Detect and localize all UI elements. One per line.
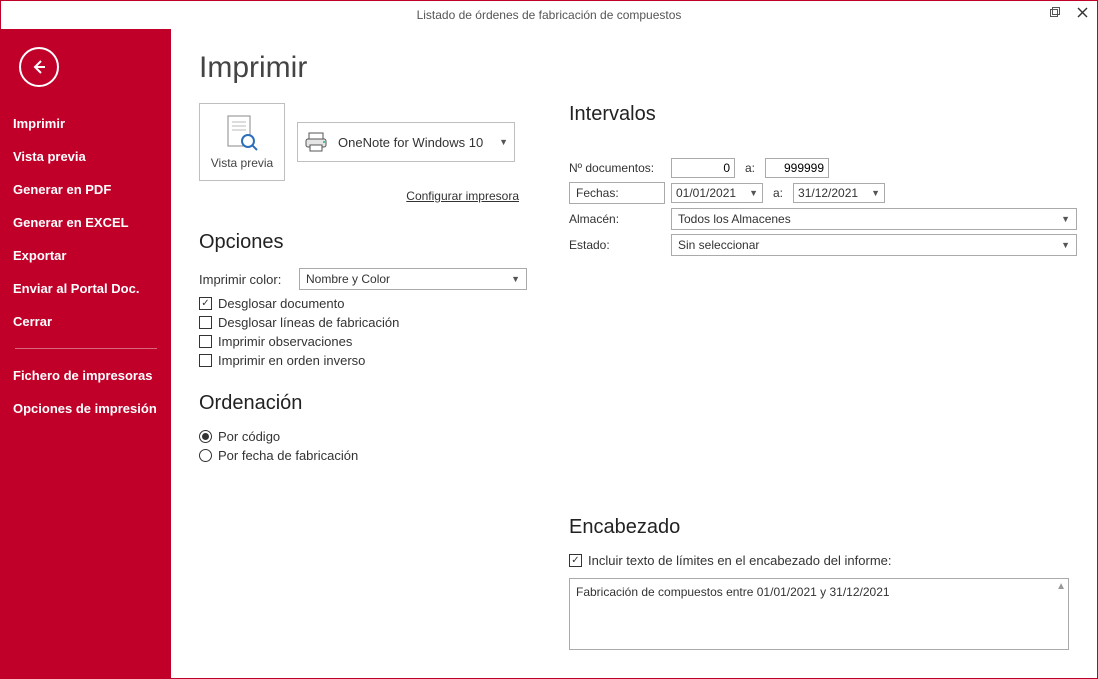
document-magnifier-icon: [225, 114, 259, 152]
radio-por-codigo[interactable]: [199, 430, 212, 443]
sidebar-item-pdf[interactable]: Generar en PDF: [1, 173, 171, 206]
color-value: Nombre y Color: [306, 272, 390, 286]
encabezado-textarea[interactable]: Fabricación de compuestos entre 01/01/20…: [569, 578, 1069, 650]
a-sep-1: a:: [741, 161, 759, 175]
ordenacion-heading: Ordenación: [199, 392, 539, 415]
sidebar-item-vista-previa[interactable]: Vista previa: [1, 140, 171, 173]
sidebar-item-opciones-impresion[interactable]: Opciones de impresión: [1, 392, 171, 425]
check-desglosar-lineas[interactable]: [199, 316, 212, 329]
fecha-to-value: 31/12/2021: [798, 186, 858, 200]
sidebar-item-imprimir[interactable]: Imprimir: [1, 107, 171, 140]
color-combo[interactable]: Nombre y Color ▼: [299, 268, 527, 290]
chevron-down-icon: ▼: [511, 274, 520, 284]
a-sep-2: a:: [769, 186, 787, 200]
vista-previa-tile[interactable]: Vista previa: [199, 103, 285, 181]
scroll-up-icon[interactable]: ▲: [1056, 581, 1066, 592]
check-desglosar-lineas-label: Desglosar líneas de fabricación: [218, 315, 399, 330]
sidebar-item-cerrar[interactable]: Cerrar: [1, 305, 171, 338]
window-close-icon[interactable]: [1073, 3, 1091, 21]
titlebar: Listado de órdenes de fabricación de com…: [1, 1, 1097, 29]
arrow-left-icon: [30, 58, 48, 76]
fecha-to-input[interactable]: 31/12/2021 ▼: [793, 183, 885, 203]
chevron-down-icon: ▼: [749, 188, 758, 198]
vista-previa-label: Vista previa: [211, 156, 273, 170]
fecha-from-value: 01/01/2021: [676, 186, 736, 200]
printer-name: OneNote for Windows 10: [338, 135, 483, 150]
intervalos-heading: Intervalos: [569, 103, 1077, 126]
check-orden-inverso[interactable]: [199, 354, 212, 367]
ndoc-from-input[interactable]: [671, 158, 735, 178]
radio-por-codigo-label: Por código: [218, 429, 280, 444]
color-label: Imprimir color:: [199, 272, 289, 287]
printer-icon: [304, 131, 330, 153]
almacen-value: Todos los Almacenes: [678, 212, 791, 226]
check-incluir-limites[interactable]: [569, 554, 582, 567]
check-imprimir-obs-label: Imprimir observaciones: [218, 334, 352, 349]
check-incluir-limites-label: Incluir texto de límites en el encabezad…: [588, 553, 892, 568]
check-orden-inverso-label: Imprimir en orden inverso: [218, 353, 365, 368]
almacen-label: Almacén:: [569, 212, 665, 226]
sidebar: Imprimir Vista previa Generar en PDF Gen…: [1, 29, 171, 678]
sidebar-item-excel[interactable]: Generar en EXCEL: [1, 206, 171, 239]
radio-por-fecha[interactable]: [199, 449, 212, 462]
ndoc-to-input[interactable]: [765, 158, 829, 178]
page-title: Imprimir: [199, 51, 1077, 85]
estado-combo[interactable]: Sin seleccionar ▼: [671, 234, 1077, 256]
sidebar-item-fichero-impresoras[interactable]: Fichero de impresoras: [1, 359, 171, 392]
fechas-button[interactable]: Fechas:: [569, 182, 665, 204]
opciones-heading: Opciones: [199, 231, 539, 254]
check-desglosar-doc[interactable]: [199, 297, 212, 310]
printer-selector[interactable]: OneNote for Windows 10 ▼: [297, 122, 515, 162]
back-button[interactable]: [19, 47, 59, 87]
encabezado-text-value: Fabricación de compuestos entre 01/01/20…: [576, 585, 890, 599]
main-panel: Imprimir Vista previa: [171, 29, 1097, 678]
window-title: Listado de órdenes de fabricación de com…: [417, 8, 682, 22]
chevron-down-icon: ▼: [1061, 240, 1070, 250]
estado-value: Sin seleccionar: [678, 238, 759, 252]
ndoc-label: Nº documentos:: [569, 161, 665, 175]
sidebar-divider: [15, 348, 157, 349]
estado-label: Estado:: [569, 238, 665, 252]
chevron-down-icon: ▼: [871, 188, 880, 198]
check-imprimir-obs[interactable]: [199, 335, 212, 348]
sidebar-item-portal[interactable]: Enviar al Portal Doc.: [1, 272, 171, 305]
encabezado-heading: Encabezado: [569, 516, 1077, 539]
almacen-combo[interactable]: Todos los Almacenes ▼: [671, 208, 1077, 230]
check-desglosar-doc-label: Desglosar documento: [218, 296, 344, 311]
fecha-from-input[interactable]: 01/01/2021 ▼: [671, 183, 763, 203]
chevron-down-icon: ▼: [499, 137, 508, 147]
sidebar-item-exportar[interactable]: Exportar: [1, 239, 171, 272]
window-restore-icon[interactable]: [1045, 3, 1063, 21]
chevron-down-icon: ▼: [1061, 214, 1070, 224]
configure-printer-link[interactable]: Configurar impresora: [199, 189, 519, 203]
radio-por-fecha-label: Por fecha de fabricación: [218, 448, 358, 463]
